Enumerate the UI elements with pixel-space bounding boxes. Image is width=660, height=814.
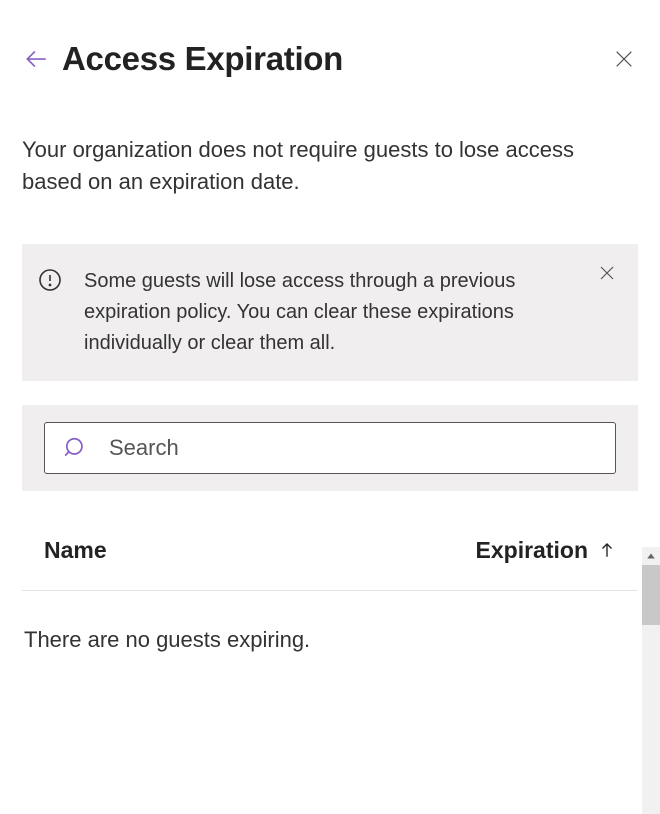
search-container [22,405,638,491]
description-text: Your organization does not require guest… [22,134,638,198]
scrollbar-thumb[interactable] [642,565,660,625]
search-input[interactable] [109,435,597,461]
back-button[interactable] [22,45,50,73]
close-icon [598,264,616,282]
column-header-name[interactable]: Name [44,537,476,564]
column-header-expiration[interactable]: Expiration [476,537,616,564]
chevron-up-icon [646,551,656,561]
close-button[interactable] [610,45,638,73]
scrollbar-up-button[interactable] [642,547,660,565]
info-icon [38,268,62,292]
sort-ascending-icon [598,541,616,559]
empty-state-message: There are no guests expiring. [22,591,638,653]
info-banner: Some guests will lose access through a p… [22,244,638,381]
panel-header: Access Expiration [22,40,638,78]
close-icon [613,48,635,70]
header-left: Access Expiration [22,40,343,78]
info-close-button[interactable] [598,264,618,284]
search-icon [63,435,89,461]
column-header-expiration-label: Expiration [476,537,588,564]
scrollbar[interactable] [642,547,660,814]
search-box[interactable] [44,422,616,474]
access-expiration-panel: Access Expiration Your organization does… [0,0,660,814]
info-message: Some guests will lose access through a p… [84,266,618,359]
table-header: Name Expiration [22,501,638,591]
arrow-left-icon [23,46,49,72]
guest-table: Name Expiration There are no guests expi… [22,501,638,653]
page-title: Access Expiration [62,40,343,78]
